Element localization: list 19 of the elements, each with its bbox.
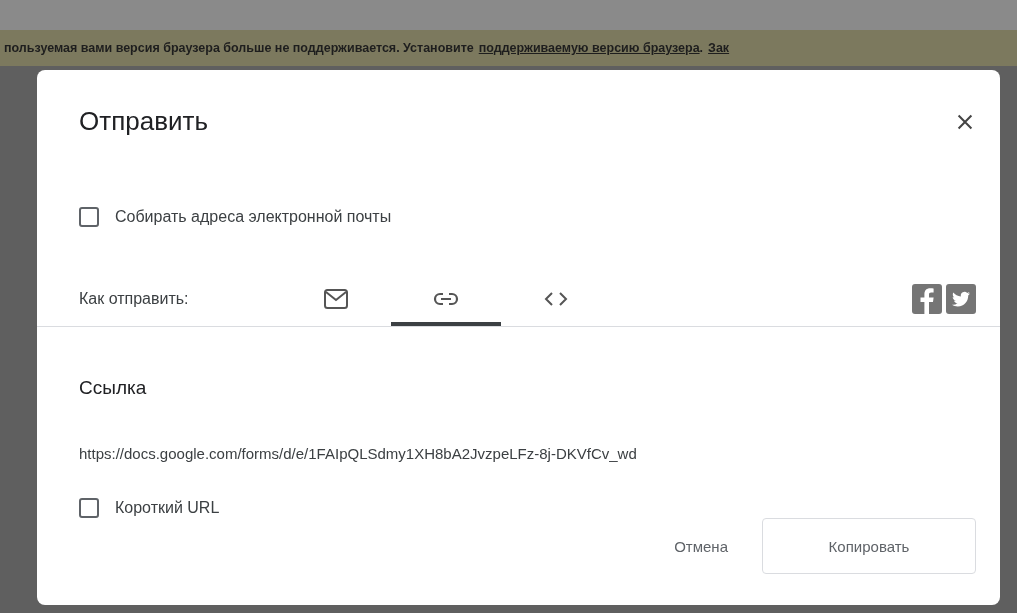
checkbox-label: Собирать адреса электронной почты	[115, 208, 392, 226]
facebook-icon[interactable]	[912, 283, 942, 314]
form-url: https://docs.google.com/forms/d/e/1FAIpQLSdmy1XH8bA2JvzpeLFz-8j-DKVfCv_wd	[79, 445, 638, 462]
warning-text: пользуемая вами версия браузера больше не поддерживается. Установите	[4, 41, 474, 55]
dialog-title: Отправить	[79, 106, 208, 137]
link-icon	[433, 291, 459, 306]
twitter-icon[interactable]	[946, 283, 976, 314]
warning-text-end: .	[699, 41, 704, 55]
checkbox-label: Короткий URL	[115, 499, 220, 517]
checkbox[interactable]	[79, 207, 99, 227]
section-title: Ссылка	[79, 377, 148, 399]
checkbox[interactable]	[79, 498, 99, 518]
cancel-button[interactable]: Отмена	[660, 527, 742, 565]
copy-button[interactable]: Копировать	[762, 518, 976, 574]
code-icon	[544, 289, 568, 308]
send-via-label: Как отправить:	[79, 289, 190, 308]
browser-link[interactable]: поддерживаемую версию браузера	[478, 41, 700, 55]
close-link[interactable]: Зак	[708, 41, 730, 55]
envelope-icon	[323, 287, 349, 310]
